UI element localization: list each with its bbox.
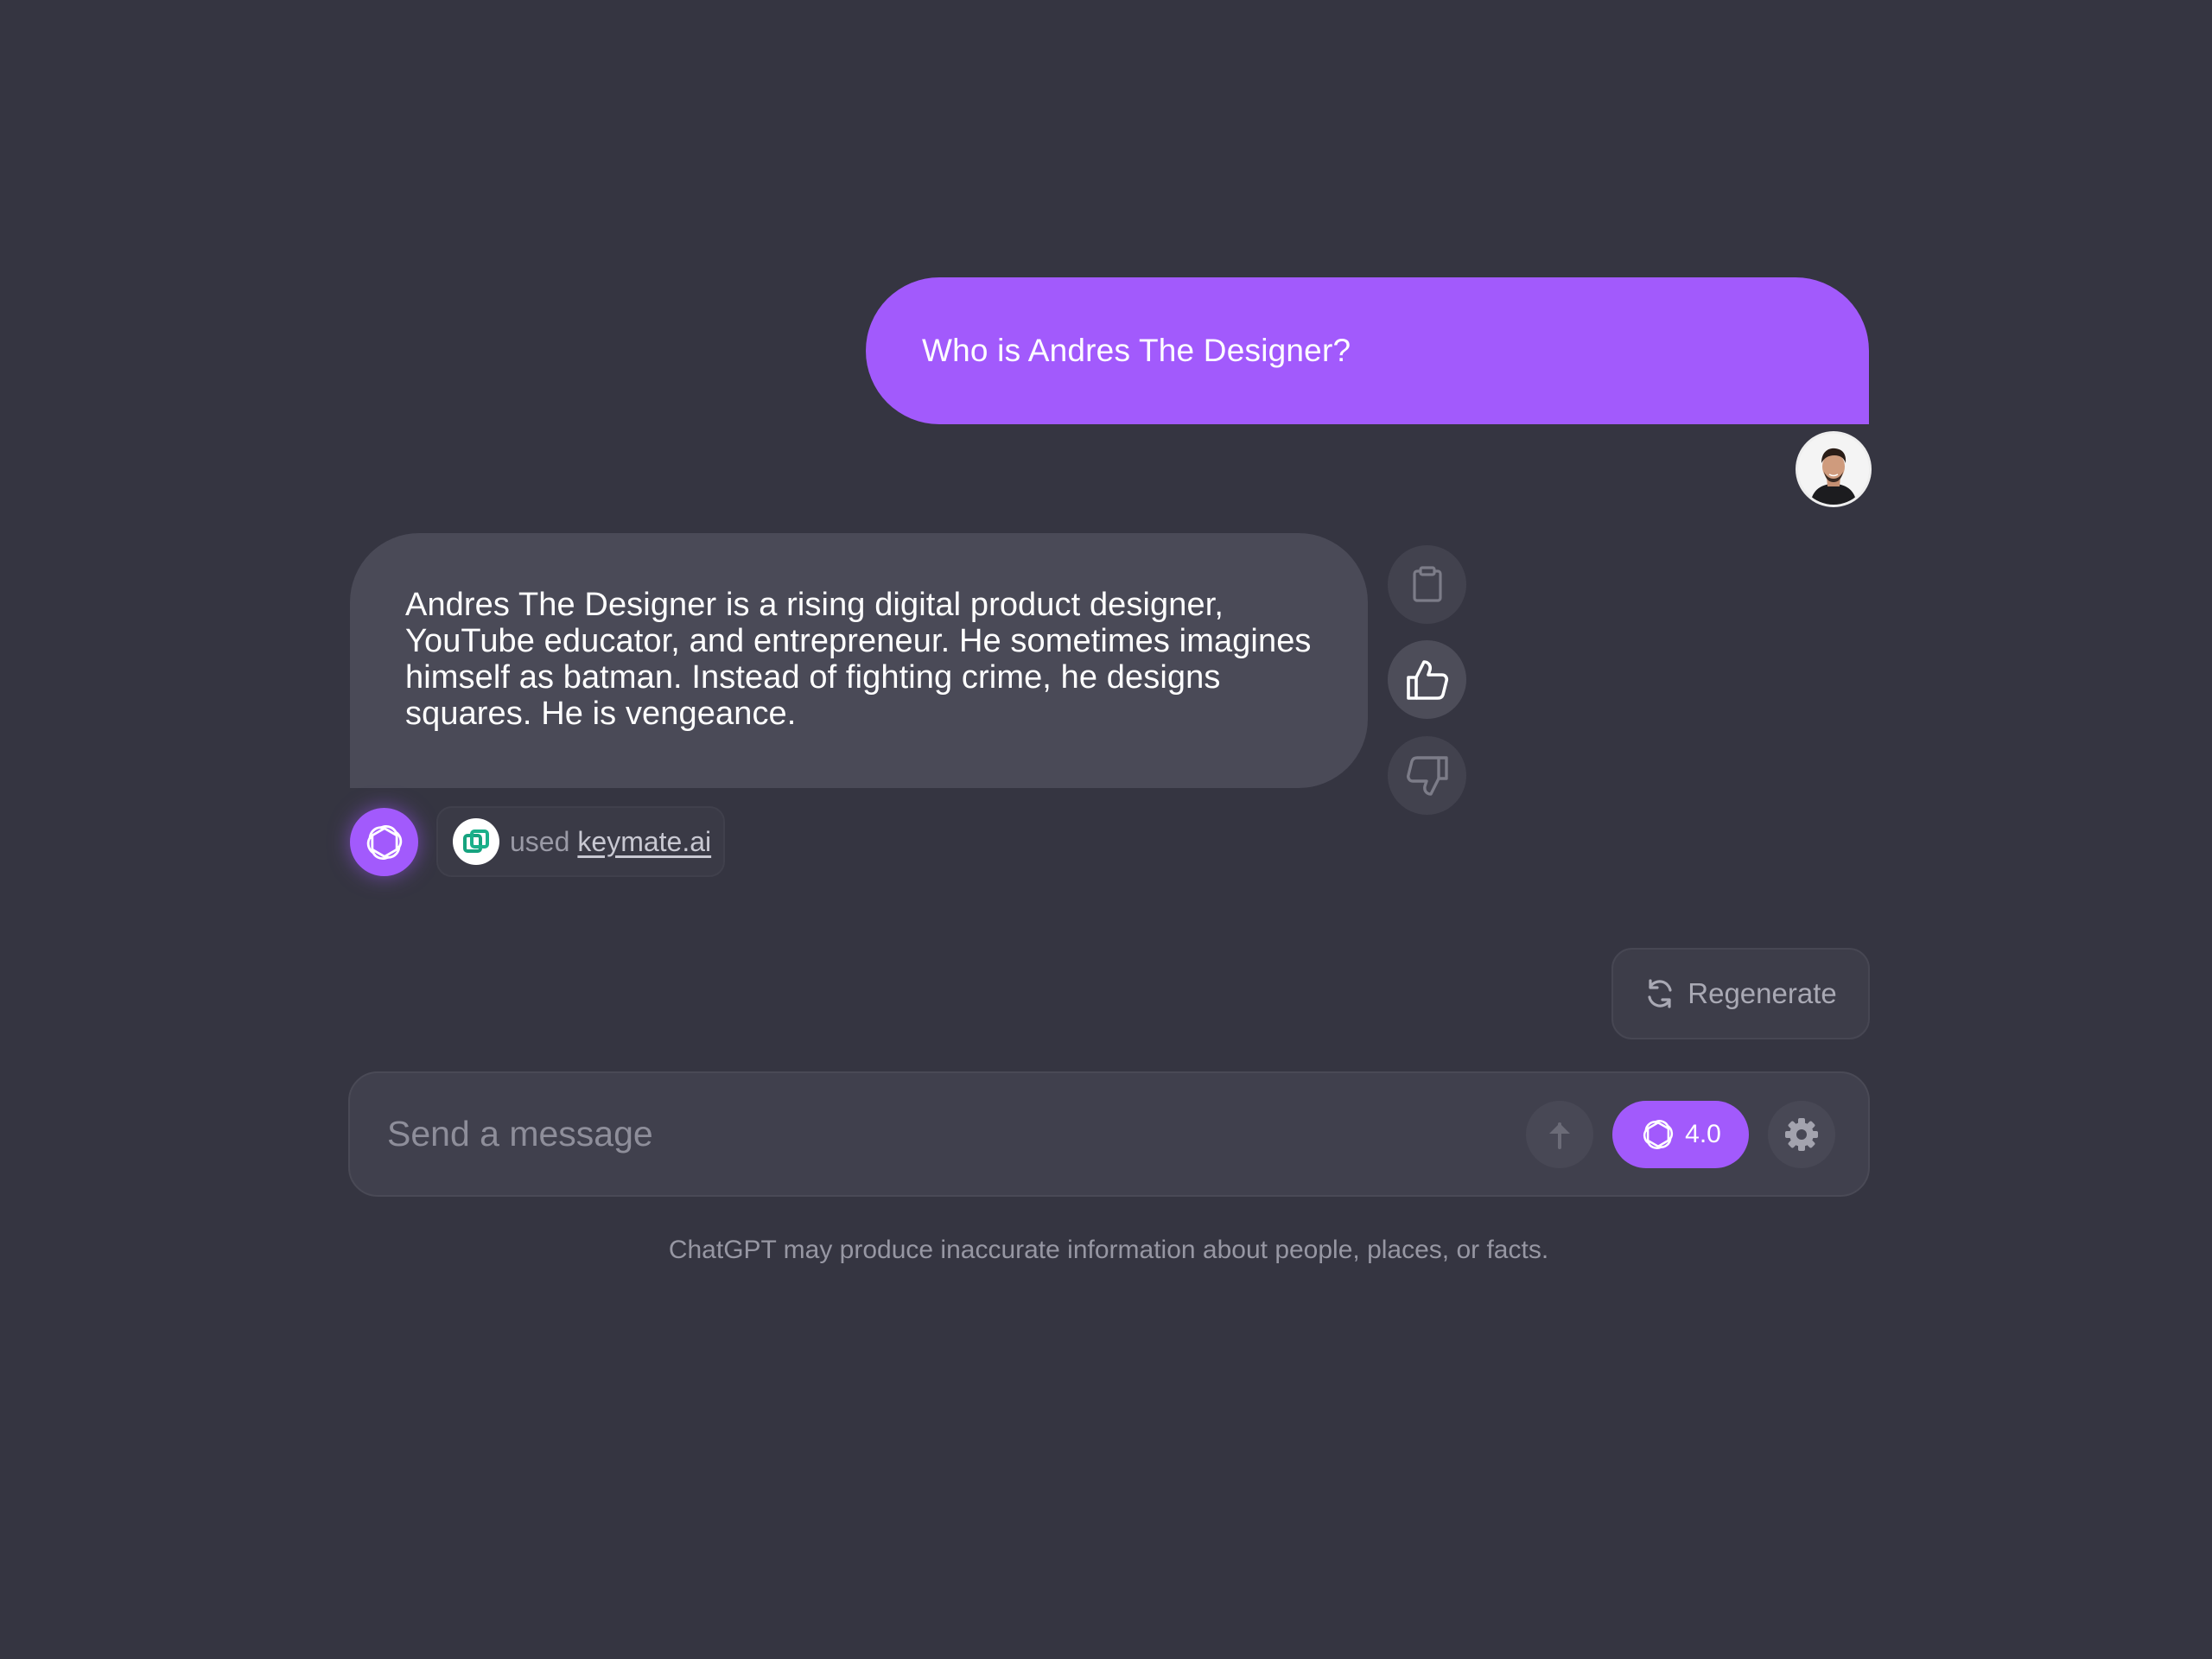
thumbs-up-icon [1406,659,1448,700]
refresh-icon [1648,979,1672,1008]
regenerate-button[interactable]: Regenerate [1611,948,1870,1039]
send-button[interactable] [1526,1101,1593,1168]
openai-logo-icon [366,824,402,860]
model-version-label: 4.0 [1685,1120,1721,1148]
gear-icon [1785,1118,1818,1151]
thumbs-down-icon [1406,755,1448,796]
user-message-bubble: Who is Andres The Designer? [866,277,1869,424]
thumbs-up-button[interactable] [1388,640,1466,719]
user-message-text: Who is Andres The Designer? [922,333,1351,368]
message-input[interactable] [387,1106,1467,1161]
model-selector-button[interactable]: 4.0 [1612,1101,1749,1168]
thumbs-down-button[interactable] [1388,736,1466,815]
user-avatar [1798,434,1869,505]
chat-screen: Who is Andres The Designer? Andres The D… [0,0,2212,1659]
keymate-logo-icon [453,818,499,865]
plugin-used-label: used [510,825,570,857]
disclaimer-text: ChatGPT may produce inaccurate informati… [668,1236,1549,1264]
copy-button[interactable] [1388,545,1466,624]
regenerate-label: Regenerate [1688,977,1837,1009]
message-composer: 4.0 [348,1071,1870,1197]
settings-button[interactable] [1768,1101,1835,1168]
plugin-link[interactable]: keymate.ai [577,826,711,858]
clipboard-icon [1412,565,1442,602]
arrow-up-icon [1549,1122,1570,1149]
user-photo-icon [1798,434,1869,505]
assistant-message-bubble: Andres The Designer is a rising digital … [350,533,1368,788]
assistant-avatar [350,808,418,876]
assistant-message-text: Andres The Designer is a rising digital … [405,587,1312,732]
openai-logo-icon [1643,1120,1674,1149]
plugin-used-chip: used keymate.ai [436,806,725,877]
